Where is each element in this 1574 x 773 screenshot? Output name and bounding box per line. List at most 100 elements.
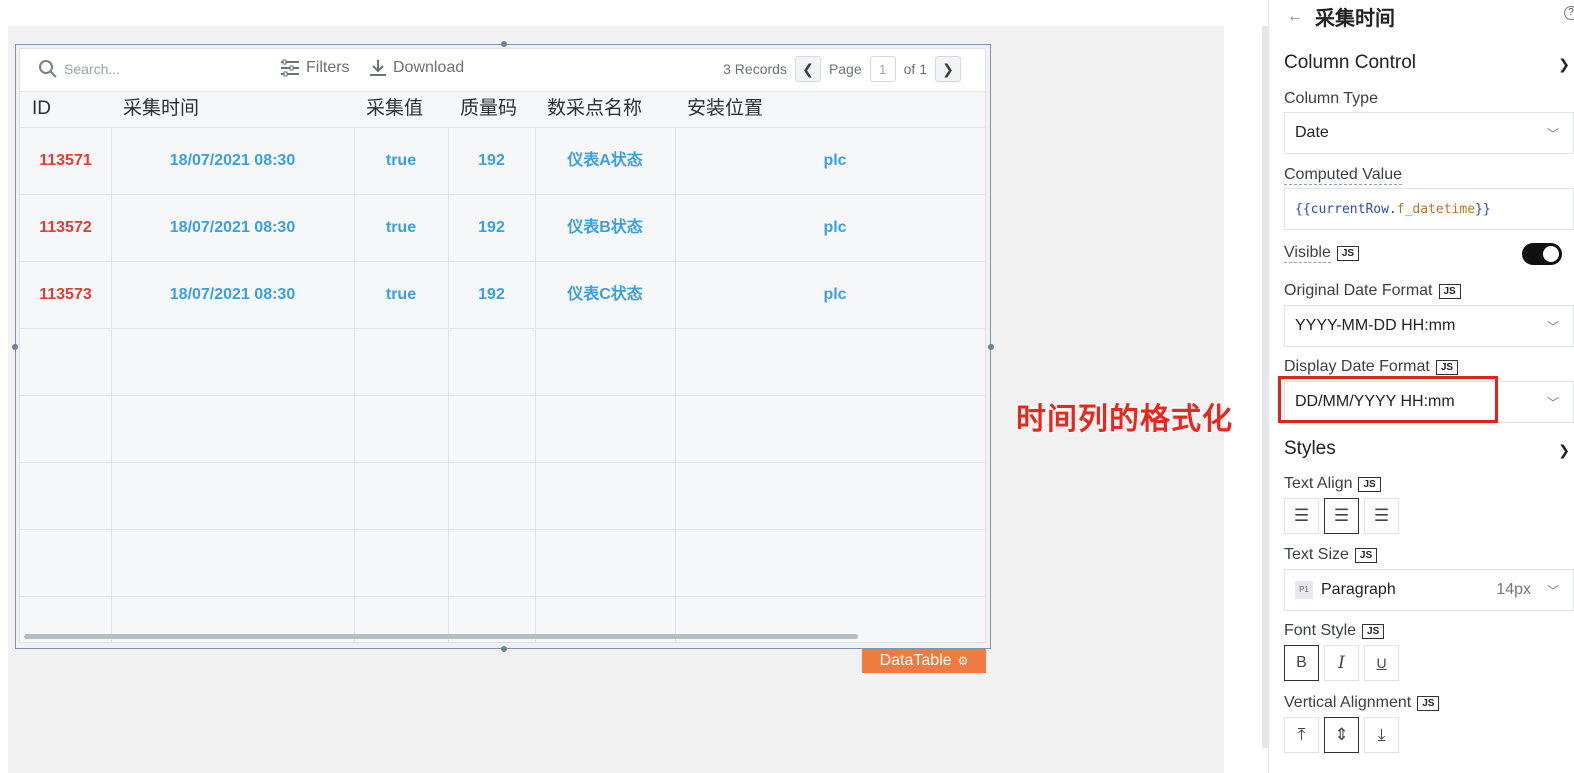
cell-id: 113571 (39, 152, 92, 169)
column-type-value: Date (1295, 124, 1329, 141)
section-title: Styles (1284, 438, 1336, 459)
visible-label: Visible JS (1284, 244, 1360, 263)
next-page-button[interactable]: ❯ (935, 56, 961, 82)
text-size-label: Text Size JS (1284, 546, 1378, 564)
bold-button[interactable]: B (1284, 645, 1319, 681)
text-align-label: Text Align JS (1284, 475, 1381, 493)
empty-row (20, 329, 985, 396)
horizontal-scrollbar[interactable] (24, 634, 858, 639)
js-toggle-button[interactable]: JS (1354, 547, 1378, 563)
help-icon[interactable]: ? (1564, 6, 1574, 20)
original-format-value: YYYY-MM-DD HH:mm (1295, 317, 1456, 334)
underline-button[interactable]: U (1364, 645, 1399, 681)
text-align-group: ☰ ☰ ☰ (1284, 498, 1399, 534)
chevron-down-icon: ❯ (1558, 442, 1570, 458)
cell-time: 18/07/2021 08:30 (169, 152, 296, 169)
download-button[interactable]: Download (369, 59, 464, 77)
filters-button[interactable]: Filters (280, 59, 350, 77)
chevron-down-icon: ﹀ (1546, 319, 1559, 334)
column-type-label: Column Type (1284, 90, 1378, 107)
widget-name-label: DataTable (879, 652, 952, 669)
section-column-control[interactable]: Column Control ❯ (1284, 52, 1574, 74)
js-toggle-button[interactable]: JS (1358, 476, 1381, 492)
column-header-time[interactable]: 采集时间 (111, 92, 354, 128)
align-top-icon: ⤒ (1297, 725, 1306, 744)
js-toggle-button[interactable]: JS (1438, 283, 1461, 299)
js-toggle-button[interactable]: JS (1336, 246, 1360, 261)
align-left-icon: ☰ (1293, 506, 1310, 525)
resize-handle-right[interactable] (988, 344, 994, 350)
js-toggle-button[interactable]: JS (1362, 623, 1385, 639)
table-grid: ID 采集时间 采集值 质量码 数采点名称 安装位置 113571 18/07/… (20, 92, 985, 642)
section-styles[interactable]: Styles ❯ (1284, 438, 1574, 460)
align-center-icon: ☰ (1333, 506, 1350, 525)
empty-row (20, 396, 985, 463)
column-header-id[interactable]: ID (20, 92, 111, 128)
font-style-label: Font Style JS (1284, 622, 1385, 640)
cell-quality: 192 (478, 286, 505, 303)
align-left-button[interactable]: ☰ (1284, 498, 1319, 534)
cell-name: 仪表C状态 (567, 286, 643, 303)
column-header-quality[interactable]: 质量码 (448, 92, 535, 128)
page-number-input[interactable]: 1 (869, 56, 896, 82)
annotation-text: 时间列的格式化 (1016, 402, 1233, 437)
chevron-down-icon: ﹀ (1546, 126, 1559, 141)
cell-id: 113573 (39, 286, 92, 303)
resize-handle-top[interactable] (501, 41, 507, 47)
cell-quality: 192 (478, 152, 505, 169)
back-arrow-icon[interactable]: ← (1287, 8, 1303, 26)
column-header-location[interactable]: 安装位置 (675, 92, 985, 128)
resize-handle-bottom[interactable] (501, 646, 507, 652)
widget-name-badge[interactable]: DataTable ⚙ (862, 649, 986, 673)
chevron-down-icon: ﹀ (1546, 395, 1559, 410)
js-toggle-button[interactable]: JS (1435, 360, 1459, 375)
original-format-select[interactable]: YYYY-MM-DD HH:mm ﹀ (1284, 305, 1574, 347)
cell-location: plc (823, 152, 847, 169)
column-header-name[interactable]: 数采点名称 (535, 92, 675, 128)
font-style-group: B I U (1284, 645, 1399, 681)
text-size-select[interactable]: P1 Paragraph 14px ﹀ (1284, 569, 1574, 611)
column-type-select[interactable]: Date ﹀ (1284, 112, 1574, 154)
text-size-px: 14px (1496, 581, 1531, 598)
prev-page-button[interactable]: ❮ (794, 56, 821, 82)
table-row[interactable]: 113572 18/07/2021 08:30 true 192 仪表B状态 p… (20, 195, 985, 262)
align-top-button[interactable]: ⤒ (1284, 717, 1319, 753)
table-row[interactable]: 113573 18/07/2021 08:30 true 192 仪表C状态 p… (20, 262, 985, 329)
search-input[interactable]: Search... (64, 61, 120, 77)
align-bottom-button[interactable]: ⤓ (1364, 717, 1399, 753)
download-icon (370, 60, 386, 76)
empty-row (20, 463, 985, 530)
highlight-box (1278, 376, 1498, 423)
download-label: Download (393, 59, 465, 76)
underline-icon: U (1376, 655, 1387, 671)
search-icon (39, 60, 57, 78)
cell-quality: 192 (478, 219, 505, 236)
cell-location: plc (823, 286, 847, 303)
paragraph-icon: P1 (1295, 581, 1313, 599)
table-row[interactable]: 113571 18/07/2021 08:30 true 192 仪表A状态 p… (20, 128, 985, 195)
records-count: 3 Records (723, 61, 787, 77)
align-center-button[interactable]: ☰ (1324, 498, 1359, 534)
italic-icon: I (1338, 653, 1345, 673)
chevron-down-icon: ❯ (1558, 56, 1570, 72)
cell-time: 18/07/2021 08:30 (169, 286, 296, 303)
visible-toggle[interactable] (1522, 243, 1562, 265)
vertical-align-group: ⤒ ⇕ ⤓ (1284, 717, 1399, 753)
settings-icon: ⚙ (957, 654, 969, 668)
chevron-left-icon: ❮ (802, 60, 814, 77)
cell-value: true (385, 152, 417, 169)
table-header: ID 采集时间 采集值 质量码 数采点名称 安装位置 (20, 92, 985, 128)
align-middle-button[interactable]: ⇕ (1324, 717, 1359, 753)
cell-id: 113572 (39, 219, 92, 236)
resize-handle-left[interactable] (12, 344, 18, 350)
column-header-value[interactable]: 采集值 (354, 92, 448, 128)
italic-button[interactable]: I (1324, 645, 1359, 681)
pagination: 3 Records ❮ Page 1 of 1 ❯ (723, 56, 961, 82)
page-total: of 1 (903, 61, 927, 77)
filters-label: Filters (306, 59, 350, 76)
js-toggle-button[interactable]: JS (1417, 695, 1440, 711)
display-format-label: Display Date Format JS (1284, 358, 1459, 377)
align-right-button[interactable]: ☰ (1364, 498, 1399, 534)
search-box[interactable]: Search... (38, 59, 120, 79)
computed-value-input[interactable]: {{currentRow.f_datetime}} (1284, 188, 1574, 230)
